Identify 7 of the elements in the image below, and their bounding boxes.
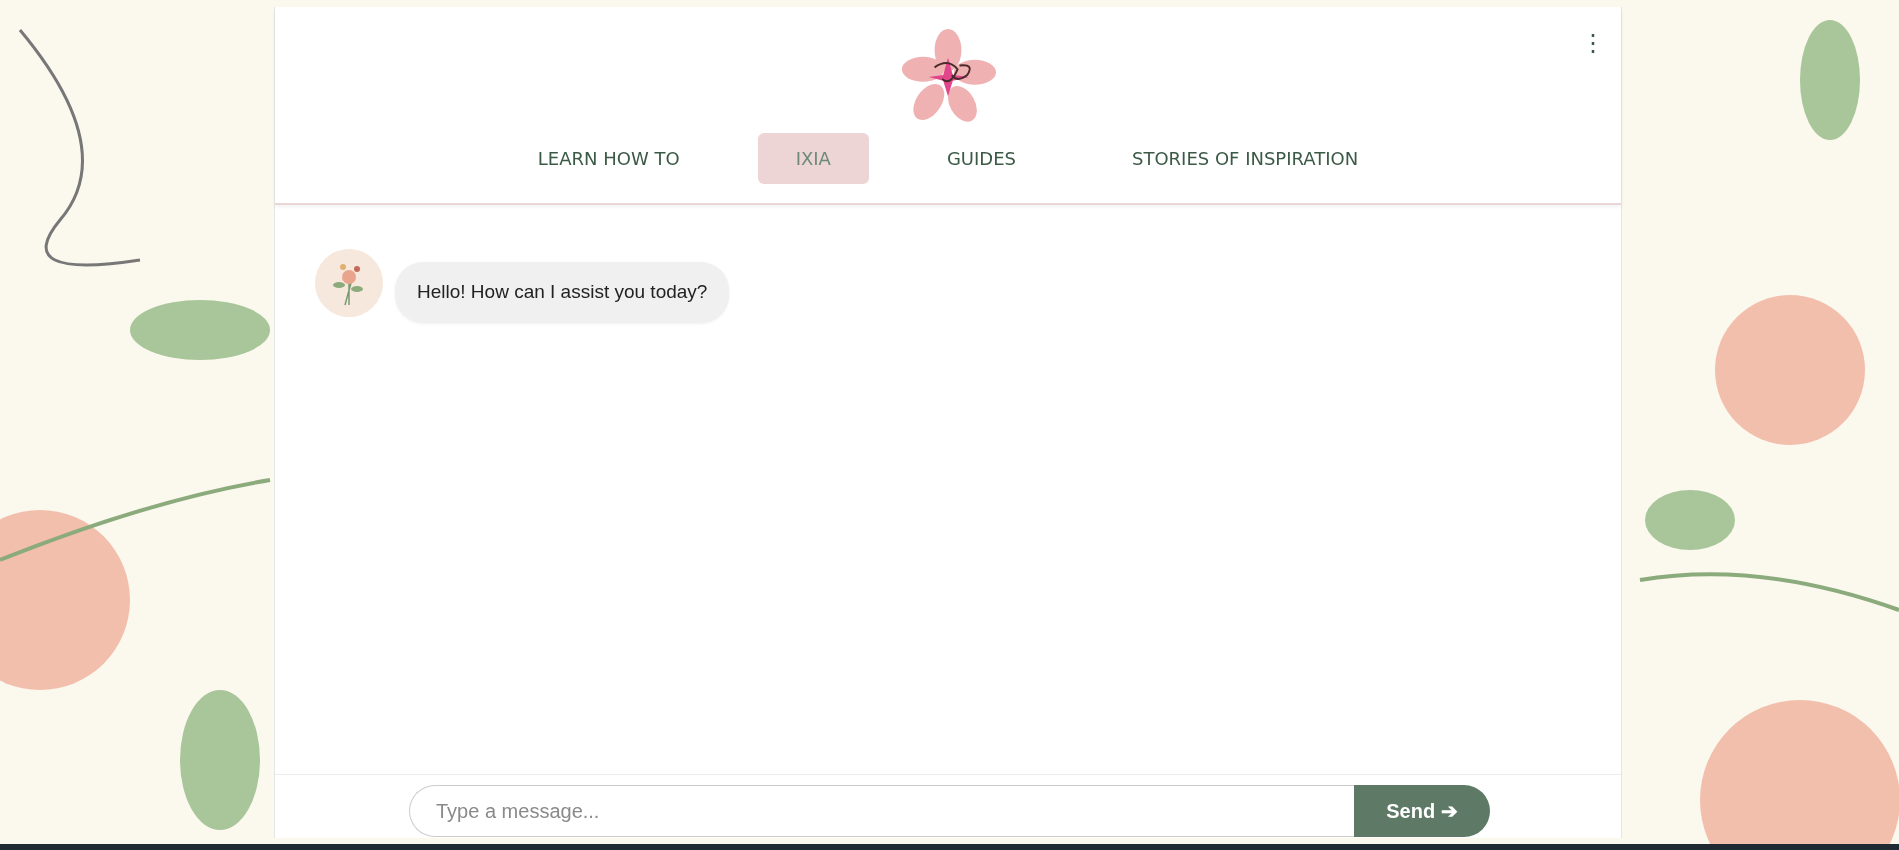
- send-button[interactable]: Send ➔: [1354, 785, 1490, 837]
- nav-tab[interactable]: STORIES OF INSPIRATION: [1094, 133, 1397, 184]
- message-field[interactable]: Type a message...: [409, 785, 1354, 837]
- chat-message: Hello! How can I assist you today?: [395, 262, 730, 323]
- menu-button[interactable]: ⋮: [1575, 29, 1611, 57]
- nav-tab[interactable]: LEARN HOW TO: [499, 133, 718, 184]
- nav-tab[interactable]: GUIDES: [908, 133, 1054, 184]
